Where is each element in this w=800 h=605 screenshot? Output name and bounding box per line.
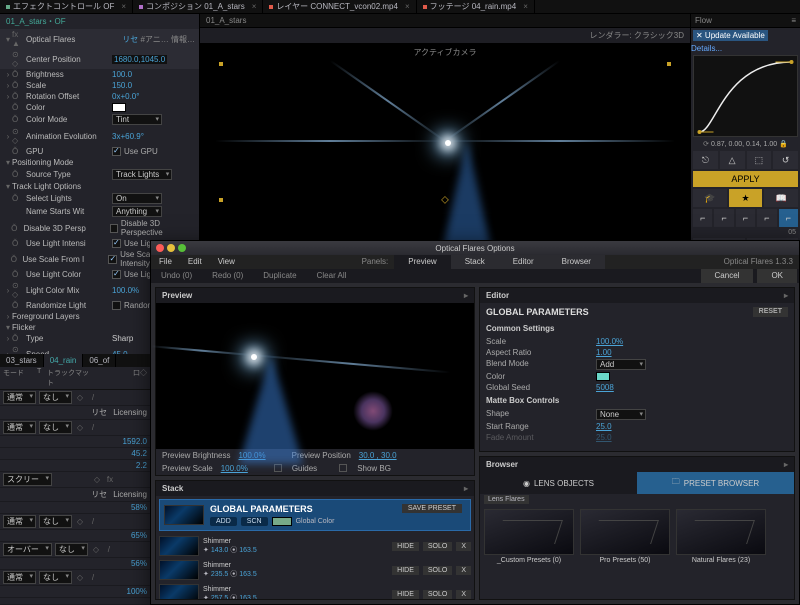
close-icon[interactable]: ×	[252, 2, 257, 11]
tab-browser[interactable]: Browser	[548, 255, 605, 269]
redo-button[interactable]: Redo (0)	[202, 269, 253, 283]
guides-checkbox[interactable]	[274, 464, 282, 472]
menu-file[interactable]: File	[151, 255, 180, 269]
reset-button[interactable]: RESET	[753, 307, 788, 317]
preview-panel: Preview▸ Preview Brightness100.0% Previe…	[155, 287, 475, 476]
stack-item[interactable]: Shimmer✦ 257.5 ⦿ 163.5 HIDESOLOX	[159, 584, 471, 600]
menu-view[interactable]: View	[210, 255, 243, 269]
close-icon[interactable]: ×	[523, 2, 528, 11]
tab-presetbrowser[interactable]: 🗀PRESET BROWSER	[637, 472, 794, 494]
scn-button[interactable]: SCN	[241, 517, 268, 526]
apply-button[interactable]: APPLY	[693, 171, 798, 187]
tab-composition[interactable]: コンポジション 01_A_stars×	[133, 0, 263, 13]
twirl-icon[interactable]: ▾	[4, 35, 12, 44]
optical-flares-dialog: Optical Flares Options File Edit View Pa…	[150, 240, 800, 605]
editor-panel: Editor▸ GLOBAL PARAMETERSRESET Common Se…	[479, 287, 795, 452]
prop-center-position[interactable]: Center Position	[26, 55, 112, 64]
menu-edit[interactable]: Edit	[180, 255, 210, 269]
grad-icon[interactable]: 🎓	[693, 189, 727, 207]
cancel-button[interactable]: Cancel	[701, 269, 754, 283]
timeline-tabs: 03_stars 04_rain 06_of	[0, 354, 150, 367]
zoom-icon[interactable]	[178, 244, 186, 252]
tab-lensobjects[interactable]: ◉LENS OBJECTS	[480, 472, 637, 494]
minimize-icon[interactable]	[167, 244, 175, 252]
colormode-dropdown[interactable]: Tint	[112, 114, 162, 125]
star-icon[interactable]: ★	[729, 189, 763, 207]
stack-item[interactable]: Shimmer✦ 235.5 ⦿ 163.5 HIDESOLOX	[159, 560, 471, 580]
clearall-button[interactable]: Clear All	[307, 269, 357, 283]
shape-dropdown[interactable]: None	[596, 409, 646, 420]
tool-btn[interactable]: △	[720, 151, 745, 169]
stack-global[interactable]: GLOBAL PARAMETERS ADD SCN Global Color S…	[159, 499, 471, 531]
browser-panel: Browser▸ ◉LENS OBJECTS 🗀PRESET BROWSER L…	[479, 456, 795, 600]
book-icon[interactable]: 📖	[764, 189, 798, 207]
browser-breadcrumb[interactable]: Lens Flares	[484, 495, 529, 504]
blendmode-dropdown[interactable]: Add	[596, 359, 646, 370]
tab-preview[interactable]: Preview	[394, 255, 450, 269]
dialog-titlebar[interactable]: Optical Flares Options	[151, 241, 799, 255]
panel-menu-icon[interactable]: ▸	[464, 291, 468, 300]
update-available[interactable]: ✕ Update Available	[693, 30, 768, 41]
gpu-checkbox[interactable]	[112, 147, 121, 156]
duplicate-button[interactable]: Duplicate	[253, 269, 306, 283]
fx-header[interactable]: ▾ fx ▲ Optical Flares リセ #アニ… 情報…	[0, 29, 199, 49]
color-swatch[interactable]	[112, 103, 126, 112]
undo-button[interactable]: Undo (0)	[151, 269, 202, 283]
folder-icon: 🗀	[672, 476, 680, 490]
stack-item[interactable]: Shimmer✦ 143.0 ⦿ 163.5 HIDESOLOX	[159, 536, 471, 556]
anchor-icon[interactable]: ◇	[441, 195, 449, 206]
showbg-checkbox[interactable]	[339, 464, 347, 472]
globalcolor-swatch[interactable]	[272, 517, 292, 526]
save-preset-button[interactable]: SAVE PRESET	[402, 504, 462, 513]
tool-btn[interactable]: ⎋	[693, 151, 718, 169]
add-button[interactable]: ADD	[210, 517, 237, 526]
preset-folder[interactable]: Natural Flares (23)	[676, 509, 766, 564]
curve-editor[interactable]	[693, 55, 798, 137]
timeline-panel: 03_stars 04_rain 06_of モード T トラックマット 口◇ …	[0, 354, 150, 604]
preset-folder[interactable]: _Custom Presets (0)	[484, 509, 574, 564]
close-icon[interactable]: ×	[405, 2, 410, 11]
comp-tab[interactable]: 01_A_stars	[206, 16, 246, 25]
lens-icon: ◉	[523, 479, 530, 488]
tool-btn[interactable]: ↺	[773, 151, 798, 169]
tab-footage[interactable]: フッテージ 04_rain.mp4×	[417, 0, 535, 13]
editor-color-swatch[interactable]	[596, 372, 610, 381]
close-icon[interactable]: ×	[121, 2, 126, 11]
app-top-tabs: エフェクトコントロール OF× コンポジション 01_A_stars× レイヤー…	[0, 0, 800, 14]
breadcrumb: 01_A_stars・OF	[0, 14, 199, 29]
tab-effectcontrols[interactable]: エフェクトコントロール OF×	[0, 0, 133, 13]
tab-editor[interactable]: Editor	[499, 255, 548, 269]
close-icon[interactable]	[156, 244, 164, 252]
preset-folder[interactable]: Pro Presets (50)	[580, 509, 670, 564]
tab-stack[interactable]: Stack	[451, 255, 499, 269]
ok-button[interactable]: OK	[757, 269, 797, 283]
renderer-label[interactable]: レンダラー: クラシック3D	[589, 30, 684, 41]
preview-canvas[interactable]	[156, 303, 474, 449]
details-link[interactable]: Details...	[691, 44, 722, 53]
tool-btn[interactable]: ⬚	[747, 151, 772, 169]
tab-layer[interactable]: レイヤー CONNECT_vcon02.mp4×	[263, 0, 416, 13]
stack-panel: Stack▸ GLOBAL PARAMETERS ADD SCN Global …	[155, 480, 475, 600]
